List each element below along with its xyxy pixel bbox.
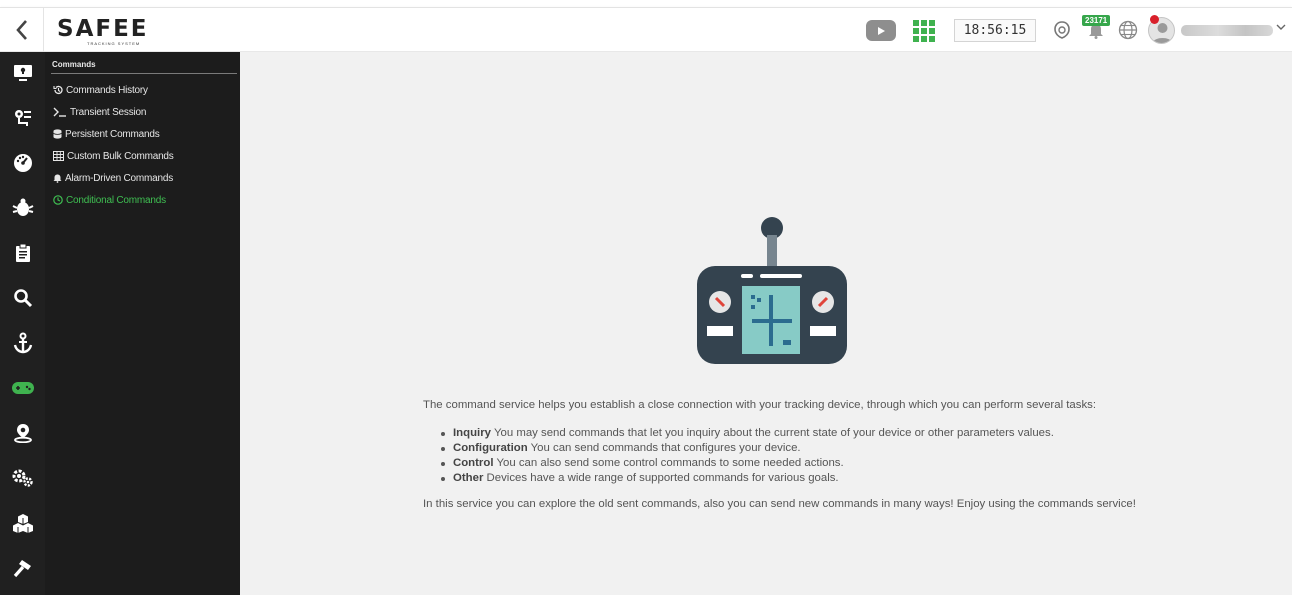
task-list: Inquiry You may send commands that let y… (441, 426, 1054, 486)
dashboard-icon[interactable] (0, 143, 45, 183)
task-description: Devices have a wide range of supported c… (483, 472, 839, 484)
chevron-down-icon[interactable] (1276, 22, 1286, 34)
task-description: You can send commands that configures yo… (527, 442, 801, 454)
top-header: SAFEE TRACKING SYSTEM 18:56:15 23171 (0, 7, 1292, 52)
submenu-item-label: Conditional Commands (66, 194, 166, 206)
commands-submenu: Commands Commands History Transient Sess… (45, 52, 240, 595)
back-icon (15, 20, 27, 40)
status-dot (1150, 15, 1159, 24)
submenu-item-label: Persistent Commands (65, 128, 160, 140)
submenu-item-label: Custom Bulk Commands (67, 150, 174, 162)
clock-display: 18:56:15 (954, 19, 1036, 42)
hammer-icon[interactable] (0, 548, 45, 588)
support-icon (1054, 21, 1070, 39)
cubes-icon[interactable] (0, 503, 45, 543)
settings-icon[interactable] (0, 458, 45, 498)
gamepad-icon[interactable] (0, 368, 45, 408)
globe-icon (1118, 20, 1138, 40)
submenu-item-alarm-driven-commands[interactable]: Alarm-Driven Commands (53, 171, 173, 185)
list-item: Other Devices have a wide range of suppo… (441, 471, 1054, 486)
route-icon[interactable] (0, 98, 45, 138)
task-term: Other (453, 472, 484, 484)
submenu-item-label: Transient Session (70, 106, 147, 118)
table-icon (53, 151, 64, 161)
history-icon (53, 85, 63, 95)
anchor-icon[interactable] (0, 323, 45, 363)
youtube-icon (878, 26, 885, 35)
monitor-icon[interactable] (0, 53, 45, 93)
safee-logo[interactable]: SAFEE TRACKING SYSTEM (57, 17, 157, 47)
submenu-item-conditional-commands[interactable]: Conditional Commands (53, 193, 166, 207)
database-icon (53, 129, 62, 139)
logo-text: SAFEE (57, 16, 149, 42)
submenu-item-custom-bulk-commands[interactable]: Custom Bulk Commands (53, 149, 174, 163)
submenu-item-transient-session[interactable]: Transient Session (53, 105, 146, 119)
language-button[interactable] (1116, 18, 1140, 42)
list-item: Inquiry You may send commands that let y… (441, 426, 1054, 441)
submenu-item-label: Commands History (66, 84, 148, 96)
main-content: The command service helps you establish … (240, 52, 1292, 595)
report-icon[interactable] (0, 233, 45, 273)
submenu-item-persistent-commands[interactable]: Persistent Commands (53, 127, 160, 141)
bell-icon (53, 174, 62, 183)
task-term: Inquiry (453, 427, 491, 439)
youtube-button[interactable] (866, 20, 896, 41)
apps-grid-icon[interactable] (913, 20, 935, 42)
notification-count-badge: 23171 (1082, 15, 1111, 26)
clock-icon (53, 195, 63, 205)
submenu-divider (51, 73, 237, 74)
icon-sidebar (0, 52, 45, 595)
search-icon[interactable] (0, 278, 45, 318)
support-button[interactable] (1050, 18, 1074, 42)
submenu-item-label: Alarm-Driven Commands (65, 172, 174, 184)
task-description: You may send commands that let you inqui… (490, 427, 1054, 439)
intro-text: The command service helps you establish … (423, 399, 1097, 411)
submenu-item-commands-history[interactable]: Commands History (53, 83, 148, 97)
task-description: You can also send some control commands … (493, 457, 844, 469)
user-name-redacted[interactable] (1181, 25, 1273, 36)
remote-control-icon (697, 217, 847, 364)
bug-icon[interactable] (0, 188, 45, 228)
top-strip (0, 0, 1292, 7)
list-item: Control You can also send some control c… (441, 456, 1054, 471)
outro-text: In this service you can explore the old … (423, 498, 1136, 510)
list-item: Configuration You can send commands that… (441, 441, 1054, 456)
submenu-title: Commands (52, 60, 96, 69)
location-user-icon[interactable] (0, 413, 45, 453)
back-button[interactable] (0, 8, 44, 52)
logo-subtitle: TRACKING SYSTEM (87, 41, 141, 46)
task-term: Control (453, 457, 494, 469)
task-term: Configuration (453, 442, 528, 454)
terminal-icon (53, 107, 66, 117)
